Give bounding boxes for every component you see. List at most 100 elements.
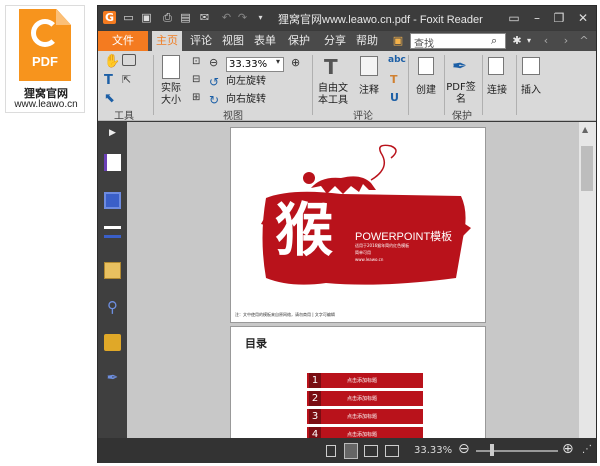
separator bbox=[153, 55, 154, 115]
toc-item: 3 点击添加标题 bbox=[307, 409, 423, 424]
create-pdf-icon[interactable] bbox=[418, 57, 434, 75]
note-icon[interactable] bbox=[360, 56, 378, 76]
insert-label[interactable]: 插入 bbox=[516, 85, 546, 97]
big-character: 猴 bbox=[275, 196, 334, 264]
page1-line-c: www.leawo.cn bbox=[355, 257, 384, 262]
comments-icon[interactable] bbox=[104, 262, 121, 279]
window-title: 狸窝官网www.leawo.cn.pdf - Foxit Reader bbox=[278, 14, 483, 26]
rotate-left-icon[interactable]: ↺ bbox=[209, 75, 225, 91]
undo-icon[interactable]: ↶ bbox=[220, 11, 233, 24]
rotate-left-label[interactable]: 向左旋转 bbox=[226, 76, 266, 88]
hand-tool-icon[interactable]: ✋ bbox=[104, 54, 120, 70]
tab-form[interactable]: 表单 bbox=[252, 31, 278, 51]
continuous-facing-icon[interactable] bbox=[385, 445, 399, 457]
settings-dropdown-icon[interactable]: ▾ bbox=[524, 31, 534, 51]
tab-share[interactable]: 分享 bbox=[322, 31, 348, 51]
fit-page-icon[interactable]: ⊡ bbox=[192, 56, 208, 72]
customize-dropdown-icon[interactable]: ▾ bbox=[254, 11, 267, 24]
minimize-button[interactable]: – bbox=[526, 9, 548, 27]
scan-icon[interactable]: ▤ bbox=[179, 11, 192, 24]
search-icon[interactable]: ⌕ bbox=[491, 34, 497, 48]
toc-text: 点击添加标题 bbox=[347, 432, 378, 438]
navigation-panel: ▶ ⚲ ✒ bbox=[98, 122, 127, 438]
zoom-out-icon[interactable]: ⊖ bbox=[209, 56, 225, 72]
security-lock-icon[interactable] bbox=[104, 334, 121, 351]
toc-number: 2 bbox=[309, 391, 321, 406]
select-annotation-icon[interactable]: ⇱ bbox=[122, 73, 138, 89]
zoom-in-icon[interactable]: ⊕ bbox=[291, 56, 307, 72]
group-label-tools: 工具 bbox=[114, 111, 134, 122]
group-label-comment: 评论 bbox=[353, 111, 373, 122]
typewriter-icon[interactable]: T bbox=[324, 55, 346, 79]
actual-size-icon[interactable] bbox=[162, 55, 180, 79]
collapse-ribbon-icon[interactable]: ^ bbox=[578, 31, 590, 51]
underline-icon[interactable]: U bbox=[390, 91, 406, 107]
tab-view[interactable]: 视图 bbox=[220, 31, 246, 51]
typewriter-label[interactable]: 自由文 本工具 bbox=[316, 83, 350, 107]
tab-file[interactable]: 文件 bbox=[98, 31, 148, 51]
note-label[interactable]: 注释 bbox=[356, 85, 382, 97]
save-icon[interactable]: ▣ bbox=[140, 11, 153, 24]
create-label[interactable]: 创建 bbox=[412, 85, 440, 97]
title-bar: G ▭ ▣ ⎙ ▤ ✉ ↶ ↷ ▾ 狸窝官网www.leawo.cn.pdf -… bbox=[98, 6, 596, 30]
restore-button[interactable]: ❐ bbox=[548, 9, 570, 27]
scrollbar-thumb[interactable] bbox=[581, 146, 593, 191]
link-label[interactable]: 连接 bbox=[482, 85, 512, 97]
pdf-sign-icon[interactable]: ✒ bbox=[452, 56, 468, 77]
snapshot-icon[interactable] bbox=[122, 54, 136, 66]
tab-home[interactable]: 主页 bbox=[152, 31, 182, 51]
toc-number: 1 bbox=[309, 373, 321, 388]
page1-line-a: 适用于2016猴年简约红色模板 bbox=[355, 243, 410, 248]
print-icon[interactable]: ⎙ bbox=[161, 11, 174, 24]
insert-icon[interactable] bbox=[522, 57, 540, 75]
toc-text: 点击添加标题 bbox=[347, 396, 378, 402]
attachments-icon[interactable]: ⚲ bbox=[104, 298, 121, 316]
tab-protect[interactable]: 保护 bbox=[286, 31, 312, 51]
leawo-logo: PDF 狸窝官网 www.leawo.cn bbox=[5, 5, 85, 113]
foxit-swirl-icon bbox=[31, 19, 59, 47]
search-folder-icon[interactable]: ▣ bbox=[390, 31, 406, 51]
expand-panel-icon[interactable]: ▶ bbox=[104, 128, 121, 145]
select-tool-icon[interactable]: ⬉ bbox=[104, 91, 120, 107]
pages-icon[interactable] bbox=[104, 154, 121, 171]
fit-visible-icon[interactable]: ⊞ bbox=[192, 92, 208, 108]
zoom-slider[interactable] bbox=[476, 450, 558, 452]
select-text-icon[interactable]: T bbox=[104, 73, 120, 89]
foxit-app-icon[interactable]: G bbox=[103, 11, 116, 24]
layers-icon[interactable] bbox=[104, 192, 121, 209]
single-page-icon[interactable] bbox=[326, 445, 336, 457]
status-zoom-in-icon[interactable]: ⊕ bbox=[562, 441, 574, 457]
tab-comment[interactable]: 评论 bbox=[188, 31, 214, 51]
highlight-icon[interactable]: abc bbox=[388, 55, 406, 71]
zoom-dropdown-icon[interactable]: ▾ bbox=[276, 57, 292, 73]
tab-help[interactable]: 帮助 bbox=[354, 31, 380, 51]
open-icon[interactable]: ▭ bbox=[122, 11, 135, 24]
fit-width-icon[interactable]: ⊟ bbox=[192, 74, 208, 90]
pdf-sign-label[interactable]: PDF签 名 bbox=[446, 82, 476, 106]
redo-icon[interactable]: ↷ bbox=[236, 11, 249, 24]
resize-grip-icon[interactable]: ⋰ bbox=[582, 444, 592, 455]
continuous-page-icon[interactable] bbox=[344, 443, 358, 459]
settings-icon[interactable]: ✱ bbox=[510, 31, 524, 51]
close-button[interactable]: ✕ bbox=[572, 9, 594, 27]
status-zoom-out-icon[interactable]: ⊖ bbox=[458, 441, 470, 457]
group-label-view: 视图 bbox=[223, 111, 243, 122]
actual-size-label[interactable]: 实际 大小 bbox=[156, 83, 186, 107]
next-icon[interactable]: › bbox=[560, 31, 572, 51]
previous-icon[interactable]: ‹ bbox=[540, 31, 552, 51]
strikeout-icon[interactable]: T bbox=[390, 73, 406, 89]
link-icon[interactable] bbox=[488, 57, 504, 75]
search-input[interactable]: 查找 ⌕ bbox=[410, 33, 506, 50]
pdf-page-2: 目录 1 点击添加标题 2 点击添加标题 3 点击添加标题 4 点击添加标题 bbox=[230, 326, 486, 441]
ribbon-toolbar: ✋ T ⇱ ⬉ 工具 实际 大小 ⊡ ⊟ ⊞ ⊖ 33.33% ▾ ⊕ ↺ 向左… bbox=[98, 51, 596, 122]
zoom-slider-thumb[interactable] bbox=[490, 444, 494, 456]
bookmarks-icon[interactable] bbox=[104, 226, 121, 238]
email-icon[interactable]: ✉ bbox=[198, 11, 211, 24]
logo-site-url: www.leawo.cn bbox=[14, 99, 78, 110]
ribbon-mode-icon[interactable]: ▭ bbox=[503, 9, 525, 27]
page1-footer: 注：文中使用的模板来自原网络，请勿商用 | 文字可编辑 bbox=[235, 312, 335, 317]
facing-page-icon[interactable] bbox=[364, 445, 378, 457]
scroll-up-icon[interactable]: ▲ bbox=[582, 125, 588, 134]
rotate-right-label[interactable]: 向右旋转 bbox=[226, 94, 266, 106]
signature-icon[interactable]: ✒ bbox=[104, 370, 121, 387]
